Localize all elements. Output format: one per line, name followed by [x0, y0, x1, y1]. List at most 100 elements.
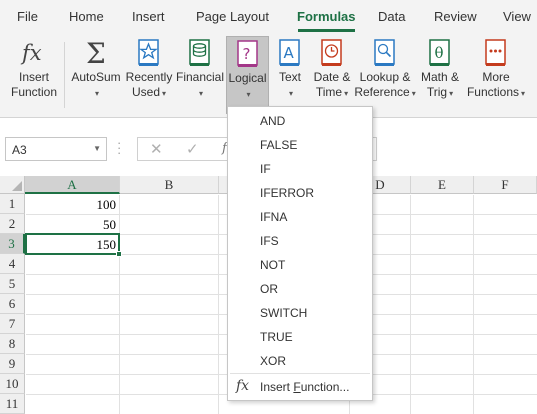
- chevron-down-icon[interactable]: ▼: [93, 144, 101, 153]
- dots-book-icon: [479, 36, 513, 70]
- active-tab-indicator: [298, 29, 355, 32]
- svg-text:θ: θ: [435, 44, 444, 62]
- tab-data[interactable]: Data: [378, 9, 405, 24]
- chevron-down-icon: ▾: [521, 89, 526, 98]
- insert-function-label-2: Function: [10, 85, 58, 99]
- menu-separator: [230, 373, 370, 374]
- chevron-down-icon: ▾: [162, 89, 167, 98]
- tab-formulas[interactable]: Formulas: [297, 9, 356, 24]
- cell-a2[interactable]: 50: [26, 215, 119, 235]
- math-label-2-wrap: Trig ▾: [427, 85, 453, 101]
- gridline: [119, 195, 120, 414]
- row-header-9[interactable]: 9: [0, 354, 25, 374]
- column-header-b[interactable]: B: [120, 176, 219, 194]
- menu-item-switch[interactable]: SWITCH: [228, 301, 372, 325]
- insert-function-accel: F: [293, 380, 301, 394]
- financial-button[interactable]: Financial ▾: [175, 36, 225, 114]
- tab-home[interactable]: Home: [69, 9, 104, 24]
- chevron-down-icon: ▾: [246, 90, 251, 99]
- svg-text:fx: fx: [20, 41, 42, 65]
- tab-file[interactable]: File: [17, 9, 38, 24]
- menu-item-or[interactable]: OR: [228, 277, 372, 301]
- tab-page-layout[interactable]: Page Layout: [196, 9, 269, 24]
- insert-function-button[interactable]: fx Insert Function: [6, 36, 62, 114]
- sigma-icon: Σ: [79, 36, 113, 70]
- recently-used-label-2: Used: [131, 85, 160, 99]
- row-header-5[interactable]: 5: [0, 274, 25, 294]
- enter-icon[interactable]: ✓: [186, 140, 199, 158]
- gridline: [473, 195, 474, 414]
- logical-button[interactable]: ? Logical ▾: [226, 36, 269, 114]
- date-time-label-2: Time: [315, 85, 343, 99]
- svg-text:A: A: [284, 44, 295, 62]
- row-header-4[interactable]: 4: [0, 254, 25, 274]
- insert-function-label-1: Insert: [18, 70, 49, 84]
- menu-item-and[interactable]: AND: [228, 109, 372, 133]
- menu-bar: File Home Insert Page Layout Formulas Da…: [0, 0, 537, 34]
- ribbon-separator: [64, 42, 65, 108]
- name-box-value: A3: [12, 143, 27, 157]
- active-cell-border: [25, 233, 120, 255]
- chevron-down-icon: ▾: [344, 89, 349, 98]
- menu-item-false[interactable]: FALSE: [228, 133, 372, 157]
- column-header-a[interactable]: A: [25, 176, 120, 194]
- tab-insert[interactable]: Insert: [132, 9, 165, 24]
- row-header-10[interactable]: 10: [0, 374, 25, 394]
- column-header-e[interactable]: E: [411, 176, 474, 194]
- row-header-3[interactable]: 3: [0, 234, 25, 254]
- row-header-8[interactable]: 8: [0, 334, 25, 354]
- lookup-reference-button[interactable]: Lookup & Reference ▾: [354, 36, 416, 114]
- menu-item-ifs[interactable]: IFS: [228, 229, 372, 253]
- gridline: [410, 195, 411, 414]
- question-book-icon: ?: [231, 37, 265, 71]
- tab-view[interactable]: View: [503, 9, 531, 24]
- insert-function-suffix: unction...: [300, 380, 350, 394]
- chevron-down-icon: ▾: [198, 89, 203, 98]
- fx-icon: fx: [17, 36, 51, 70]
- lookup-label-1: Lookup &: [359, 70, 411, 84]
- math-trig-button[interactable]: θ Math & Trig ▾: [418, 36, 462, 114]
- theta-book-icon: θ: [423, 36, 457, 70]
- autosum-button[interactable]: Σ AutoSum ▾: [68, 36, 124, 114]
- svg-text:?: ?: [242, 45, 250, 63]
- menu-item-ifna[interactable]: IFNA: [228, 205, 372, 229]
- more-label-2: Functions: [466, 85, 519, 99]
- recently-used-label-1: Recently: [125, 70, 173, 84]
- date-time-button[interactable]: Date & Time ▾: [310, 36, 354, 114]
- clock-book-icon: [315, 36, 349, 70]
- cell-a1[interactable]: 100: [26, 195, 119, 215]
- chevron-down-icon: ▾: [411, 89, 416, 98]
- recently-used-button[interactable]: Recently Used ▾: [124, 36, 174, 114]
- menu-item-not[interactable]: NOT: [228, 253, 372, 277]
- select-all-button[interactable]: [0, 176, 25, 194]
- text-button[interactable]: A Text ▾: [272, 36, 308, 114]
- math-label-2: Trig: [426, 85, 448, 99]
- star-book-icon: [132, 36, 166, 70]
- name-box[interactable]: A3 ▼: [5, 137, 107, 161]
- drag-handle-icon[interactable]: · · ·: [117, 136, 121, 159]
- date-time-label-1: Date &: [313, 70, 351, 84]
- insert-function-prefix: Insert: [260, 380, 294, 394]
- menu-item-true[interactable]: TRUE: [228, 325, 372, 349]
- row-header-2[interactable]: 2: [0, 214, 25, 234]
- column-header-f[interactable]: F: [474, 176, 537, 194]
- row-header-7[interactable]: 7: [0, 314, 25, 334]
- row-header-6[interactable]: 6: [0, 294, 25, 314]
- menu-item-insert-function[interactable]: Insert Function...: [228, 375, 372, 399]
- fill-handle[interactable]: [116, 251, 122, 257]
- lookup-label-2: Reference: [354, 85, 410, 99]
- cancel-icon[interactable]: ✕: [150, 140, 163, 158]
- logical-label: Logical: [228, 71, 267, 85]
- autosum-label: AutoSum: [71, 70, 121, 84]
- more-label-1: More: [482, 70, 510, 84]
- more-functions-button[interactable]: More Functions ▾: [465, 36, 527, 114]
- menu-item-iferror[interactable]: IFERROR: [228, 181, 372, 205]
- chevron-down-icon: ▾: [94, 89, 99, 98]
- menu-item-if[interactable]: IF: [228, 157, 372, 181]
- row-header-1[interactable]: 1: [0, 194, 25, 214]
- menu-item-xor[interactable]: XOR: [228, 349, 372, 373]
- row-header-11[interactable]: 11: [0, 394, 25, 414]
- tab-review[interactable]: Review: [434, 9, 477, 24]
- text-label: Text: [278, 70, 301, 84]
- more-label-2-wrap: Functions ▾: [467, 85, 525, 101]
